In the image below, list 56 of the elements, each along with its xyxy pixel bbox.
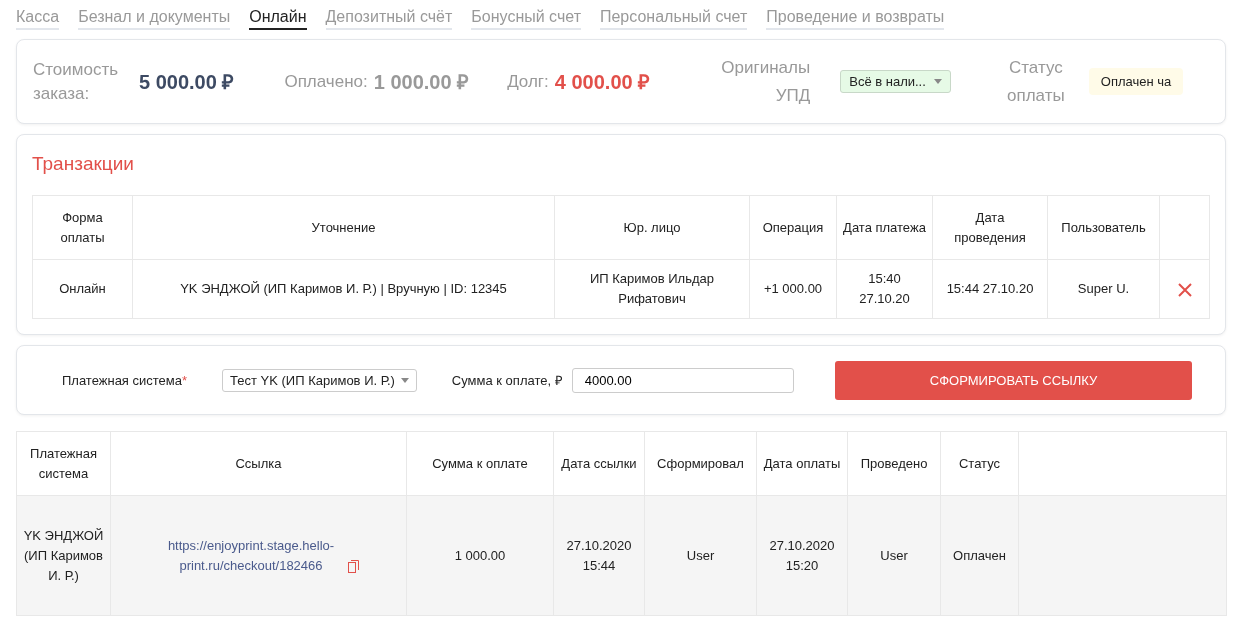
tab[interactable]: Бонусный счет <box>471 8 581 30</box>
column-header: Статус <box>940 431 1019 496</box>
paid-label: Оплачено: <box>284 70 368 93</box>
table-cell: User <box>847 495 941 616</box>
table-cell: Оплачен <box>940 495 1019 616</box>
column-header: Форма оплаты <box>32 195 133 260</box>
amount-input[interactable]: 4000.00 <box>571 367 794 393</box>
tab[interactable]: Проведение и возвраты <box>766 8 945 30</box>
tab[interactable]: Безнал и документы <box>78 8 231 30</box>
table-cell: Super U. <box>1047 259 1160 319</box>
system-label: Платежная система* <box>62 372 188 388</box>
originals-label: Оригиналы УПД <box>720 56 811 107</box>
amount-label: Сумма к оплате, ₽ <box>451 372 563 389</box>
originals-select[interactable]: Всё в нали... <box>840 70 951 93</box>
column-header: Операция <box>749 195 837 260</box>
delete-icon[interactable] <box>1177 282 1192 297</box>
table-cell: 15:40 27.10.20 <box>836 259 933 319</box>
copy-icon[interactable] <box>347 559 359 573</box>
caret-icon <box>400 377 409 383</box>
status-label: Статус оплаты <box>1006 56 1066 107</box>
column-header: Дата оплаты <box>756 431 848 496</box>
table-cell: 27.10.2020 15:44 <box>553 495 645 616</box>
paid-value: 1 000.00 ₽ <box>373 70 470 95</box>
debt-label: Долг: <box>507 70 549 93</box>
table-cell: User <box>644 495 757 616</box>
generate-link-button[interactable]: СФОРМИРОВАТЬ ССЫЛКУ <box>835 360 1192 400</box>
column-header: Сформировал <box>644 431 757 496</box>
column-header: Ссылка <box>110 431 407 496</box>
table-cell: YK ЭНДЖОЙ (ИП Каримов И. Р.) <box>16 495 111 616</box>
column-header: Сумма к оплате <box>406 431 554 496</box>
table-cell: +1 000.00 <box>749 259 837 319</box>
table-cell: Онлайн <box>32 259 133 319</box>
table-cell: 27.10.2020 15:20 <box>756 495 848 616</box>
table-cell: YK ЭНДЖОЙ (ИП Каримов И. Р.) | Вручную | ID: 12345 <box>132 259 555 319</box>
caret-icon <box>933 79 942 84</box>
column-header: Проведено <box>847 431 941 496</box>
column-header: Дата ссылки <box>553 431 645 496</box>
table-cell: 15:44 27.10.20 <box>932 259 1048 319</box>
tab[interactable]: Онлайн <box>249 8 307 30</box>
tab[interactable]: Депозитный счёт <box>325 8 453 30</box>
status-badge: Оплачен ча <box>1088 68 1184 95</box>
column-header: Юр. лицо <box>554 195 750 260</box>
column-header: Пользователь <box>1047 195 1160 260</box>
column-header: Уточнение <box>132 195 555 260</box>
cost-label: Стоимость заказа: <box>33 58 120 105</box>
tab[interactable]: Касса <box>16 8 60 30</box>
debt-value: 4 000.00 ₽ <box>554 70 651 95</box>
column-header: Дата проведения <box>932 195 1048 260</box>
section-title: Транзакции <box>32 152 135 176</box>
system-select[interactable]: Тест YK (ИП Каримов И. Р.) <box>222 368 417 392</box>
cost-value: 5 000.00 ₽ <box>139 70 235 95</box>
tab[interactable]: Персональный счет <box>599 8 748 30</box>
table-cell: ИП Каримов Ильдар Рифатович <box>554 259 750 319</box>
column-header: Дата платежа <box>836 195 933 260</box>
column-header: Платежная система <box>16 431 111 496</box>
table-cell: 1 000.00 <box>406 495 554 616</box>
